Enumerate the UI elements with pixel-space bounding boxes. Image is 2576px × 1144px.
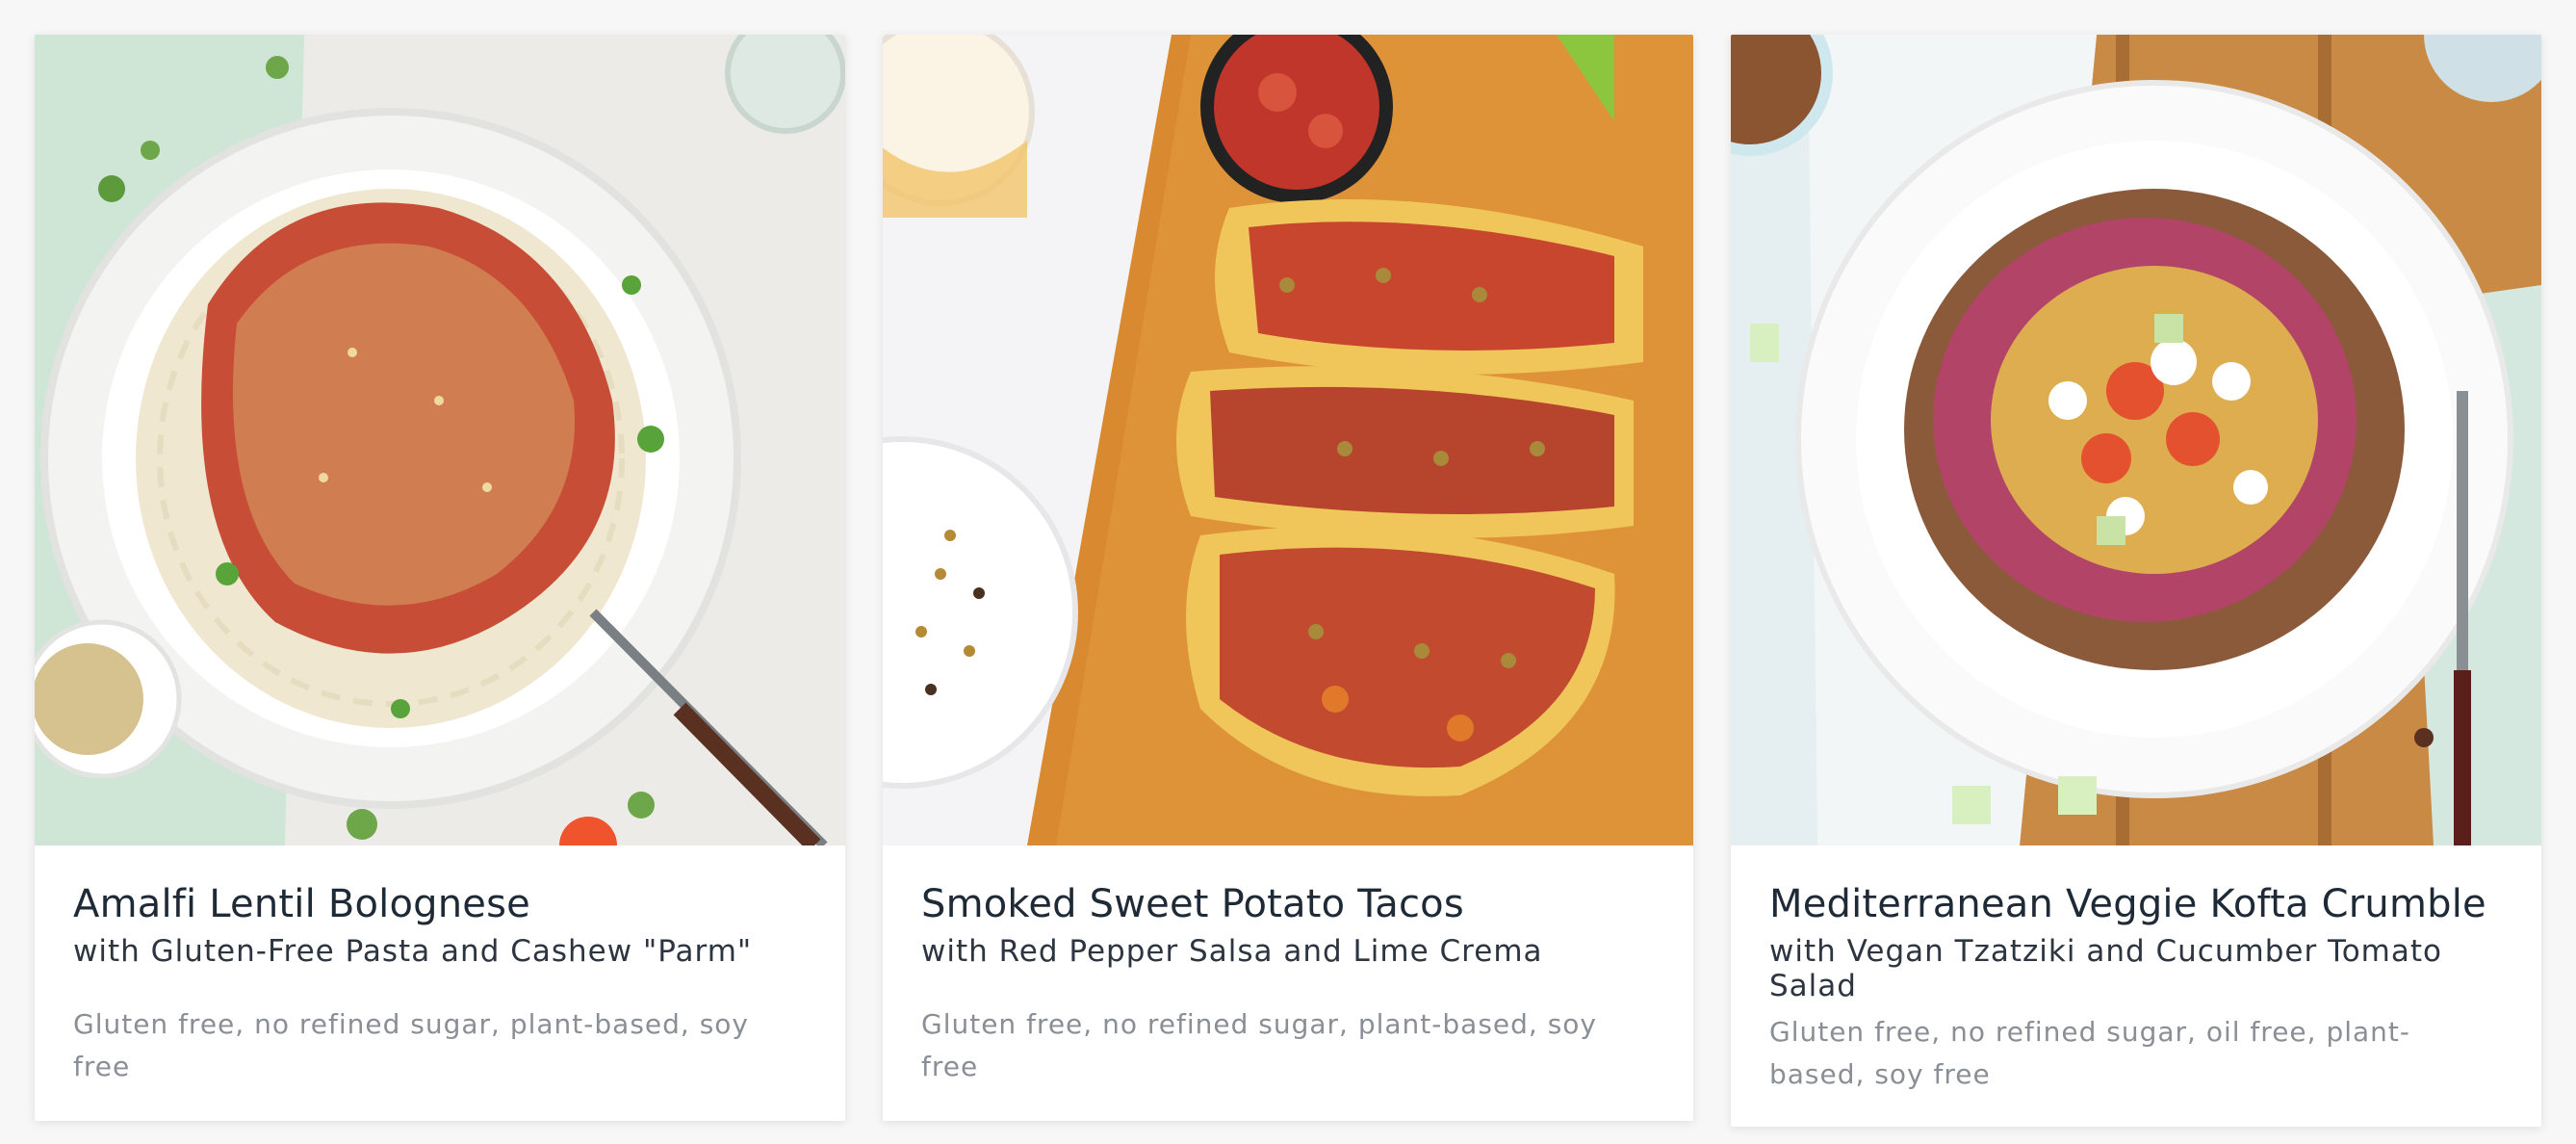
recipe-dietary-tags: Gluten free, no refined sugar, plant-bas… [921,1008,1597,1082]
recipe-title[interactable]: Amalfi Lentil Bolognese [73,878,807,930]
recipe-card-body: Mediterranean Veggie Kofta Crumble with … [1769,878,2503,1096]
recipe-dietary-tags: Gluten free, no refined sugar, plant-bas… [73,1008,749,1082]
recipe-card[interactable]: Mediterranean Veggie Kofta Crumble with … [1731,35,2541,1127]
recipe-card-body: Amalfi Lentil Bolognese with Gluten-Free… [73,878,807,1088]
recipe-grid: Amalfi Lentil Bolognese with Gluten-Free… [0,0,2576,1144]
recipe-title[interactable]: Mediterranean Veggie Kofta Crumble [1769,878,2503,930]
tacos-photo [883,35,1693,845]
recipe-subtitle: with Gluten-Free Pasta and Cashew "Parm" [73,934,753,969]
recipe-card[interactable]: Smoked Sweet Potato Tacos with Red Peppe… [883,35,1693,1121]
recipe-dietary-tags: Gluten free, no refined sugar, oil free,… [1769,1016,2410,1090]
salad-bowl-photo [1731,35,2541,845]
recipe-photo-salad[interactable] [1731,35,2541,845]
recipe-title[interactable]: Smoked Sweet Potato Tacos [921,878,1655,930]
recipe-card-body: Smoked Sweet Potato Tacos with Red Peppe… [921,878,1655,1088]
pasta-bowl-photo [35,35,845,845]
recipe-card[interactable]: Amalfi Lentil Bolognese with Gluten-Free… [35,35,845,1121]
recipe-photo-pasta[interactable] [35,35,845,845]
recipe-photo-tacos[interactable] [883,35,1693,845]
recipe-subtitle: with Vegan Tzatziki and Cucumber Tomato … [1769,934,2442,1003]
recipe-subtitle: with Red Pepper Salsa and Lime Crema [921,934,1543,969]
